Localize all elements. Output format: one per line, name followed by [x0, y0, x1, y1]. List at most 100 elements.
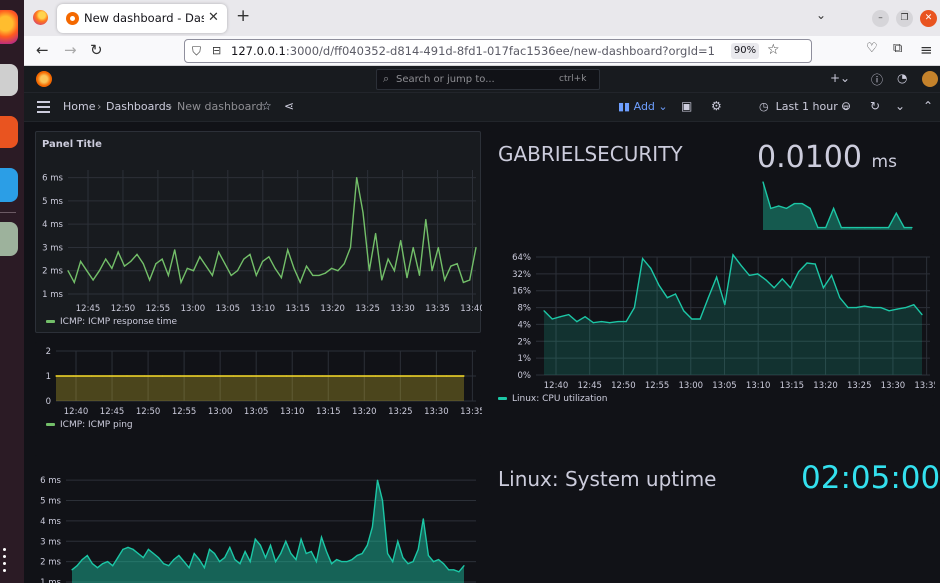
panel-cpu-utilization[interactable]: 0% 1% 2% 4% 8% 16% 32% 64% 12:40 12:45 12:50 12:55 1…: [489, 244, 935, 406]
data-point: [376, 479, 379, 481]
show-apps-icon[interactable]: [3, 548, 11, 576]
legend-label: ICMP: ICMP response time: [60, 317, 178, 327]
data-point: [127, 546, 129, 548]
data-point: [250, 375, 252, 377]
data-point: [568, 314, 570, 316]
add-button[interactable]: ▮▮ Add ⌄: [618, 100, 668, 113]
cpu-utilization-chart: 0% 1% 2% 4% 8% 16% 32% 64% 12:40 12:45 12:50 12:55 1…: [512, 253, 935, 391]
new-tab-icon[interactable]: +: [236, 6, 250, 26]
data-point: [236, 270, 239, 272]
back-icon[interactable]: ←: [36, 41, 49, 59]
url-text[interactable]: 127.0.0.1:3000/d/ff040352-d814-491d-8fd1…: [231, 44, 715, 58]
x-tick-label: 13:15: [316, 407, 341, 417]
data-point: [387, 552, 389, 555]
data-point: [179, 375, 181, 377]
zoom-out-icon[interactable]: ⊖: [841, 99, 851, 113]
site-info-icon[interactable]: ⊟: [212, 44, 221, 57]
minimize-icon[interactable]: –: [872, 10, 889, 27]
settings-gear-icon[interactable]: ⚙: [711, 99, 722, 113]
time-range-picker[interactable]: ◷ Last 1 hour ⌄: [759, 100, 850, 113]
panel-response-time[interactable]: Panel Title 1 ms 2 ms 3 ms 4 ms 5 ms 6 ms 12:4…: [35, 131, 482, 333]
data-point: [724, 304, 726, 306]
data-point: [356, 177, 358, 179]
help-launcher-icon[interactable]: [0, 168, 18, 202]
data-point: [432, 561, 435, 563]
y-tick-label: 2 ms: [42, 267, 63, 277]
share-icon[interactable]: ⋖: [284, 99, 294, 113]
help-icon[interactable]: ⓘ: [871, 71, 883, 88]
news-feed-icon[interactable]: ◔: [897, 71, 907, 85]
tracking-shield-icon[interactable]: ⛉: [192, 44, 201, 59]
collapse-icon[interactable]: ⌃: [923, 99, 933, 113]
data-point: [773, 287, 775, 289]
data-point: [699, 318, 701, 320]
firefox-view-icon[interactable]: [33, 10, 48, 25]
breadcrumb-dashboards[interactable]: Dashboards: [106, 100, 171, 113]
data-point: [230, 274, 232, 276]
software-launcher-icon[interactable]: [0, 116, 18, 148]
bookmark-star-icon[interactable]: ☆: [767, 42, 780, 58]
forward-icon[interactable]: →: [64, 41, 77, 59]
pocket-icon[interactable]: ♡: [866, 41, 878, 56]
cpu-legend[interactable]: Linux: CPU utilization: [498, 394, 608, 404]
legend-label: ICMP: ICMP ping: [60, 420, 133, 430]
data-point: [303, 375, 305, 377]
data-point: [600, 321, 603, 323]
browser-tab-active[interactable]: New dashboard - Dashboards ✕: [57, 4, 227, 33]
data-point: [55, 375, 57, 377]
restore-icon[interactable]: ❐: [896, 10, 913, 27]
zoom-indicator[interactable]: 90%: [731, 43, 759, 59]
firefox-launcher-icon[interactable]: [0, 10, 18, 44]
data-point: [880, 227, 882, 229]
data-point: [822, 287, 824, 289]
data-point: [856, 227, 858, 229]
dashboard-toolbar: Home › Dashboards › New dashboard ☆ ⋖ ▮▮…: [24, 93, 940, 122]
star-icon[interactable]: ☆: [261, 99, 272, 113]
user-avatar[interactable]: [922, 71, 938, 87]
files-launcher-icon[interactable]: [0, 64, 18, 96]
x-tick-label: 13:05: [712, 381, 737, 391]
list-tabs-icon[interactable]: ⌄: [816, 8, 826, 22]
data-point: [337, 270, 339, 272]
data-point: [437, 559, 440, 561]
x-tick-label: 13:10: [746, 381, 771, 391]
y-tick-label: 32%: [512, 270, 531, 280]
data-point: [192, 270, 195, 272]
breadcrumb-home[interactable]: Home: [63, 100, 95, 113]
refresh-interval-icon[interactable]: ⌄: [895, 99, 905, 113]
panel-system-uptime[interactable]: Linux: System uptime 02:05:00: [489, 452, 940, 504]
grafana-logo-icon[interactable]: [36, 71, 52, 87]
data-point: [293, 267, 295, 269]
data-point: [381, 279, 383, 281]
panel-icmp-ping[interactable]: 0 1 2 12:40 12:45 12:50 12:55 13:00 13:05 13:10 13…: [35, 342, 482, 434]
breadcrumb-separator: ›: [168, 100, 173, 113]
data-point: [422, 518, 424, 520]
data-point: [275, 561, 277, 563]
app-menu-icon[interactable]: ≡: [920, 41, 933, 59]
data-point: [543, 310, 545, 312]
menu-toggle-icon[interactable]: [37, 101, 50, 116]
url-bar[interactable]: ⛉ ⊟ 127.0.0.1:3000/d/ff040352-d814-491d-…: [184, 39, 812, 63]
url-path: :3000/d/ff040352-d814-491d-8fd1-017fac15…: [285, 44, 715, 58]
tab-close-icon[interactable]: ✕: [208, 10, 219, 25]
data-point: [331, 563, 333, 565]
search-input[interactable]: ⌕ Search or jump to... ctrl+k: [376, 69, 600, 90]
panel-response-area[interactable]: 1 ms 2 ms 3 ms 4 ms 5 ms 6 ms: [35, 455, 481, 583]
ping-legend[interactable]: ICMP: ICMP ping: [46, 420, 133, 430]
legend-swatch: [46, 320, 55, 323]
reload-icon[interactable]: ↻: [90, 41, 103, 59]
trash-launcher-icon[interactable]: [0, 222, 18, 256]
window-close-icon[interactable]: ✕: [920, 10, 937, 27]
extensions-icon[interactable]: ⧉: [893, 41, 902, 56]
data-point: [905, 307, 907, 309]
refresh-icon[interactable]: ↻: [870, 99, 880, 113]
data-point: [872, 227, 874, 229]
data-point: [356, 554, 358, 557]
data-point: [463, 375, 465, 377]
x-tick-label: 12:45: [76, 304, 101, 314]
response-legend[interactable]: ICMP: ICMP response time: [46, 317, 177, 327]
panel-stat[interactable]: GABRIELSECURITY 0.0100 ms: [489, 131, 934, 235]
data-point: [218, 251, 220, 253]
new-menu-icon[interactable]: +⌄: [830, 71, 850, 85]
save-icon[interactable]: ▣: [681, 99, 692, 113]
